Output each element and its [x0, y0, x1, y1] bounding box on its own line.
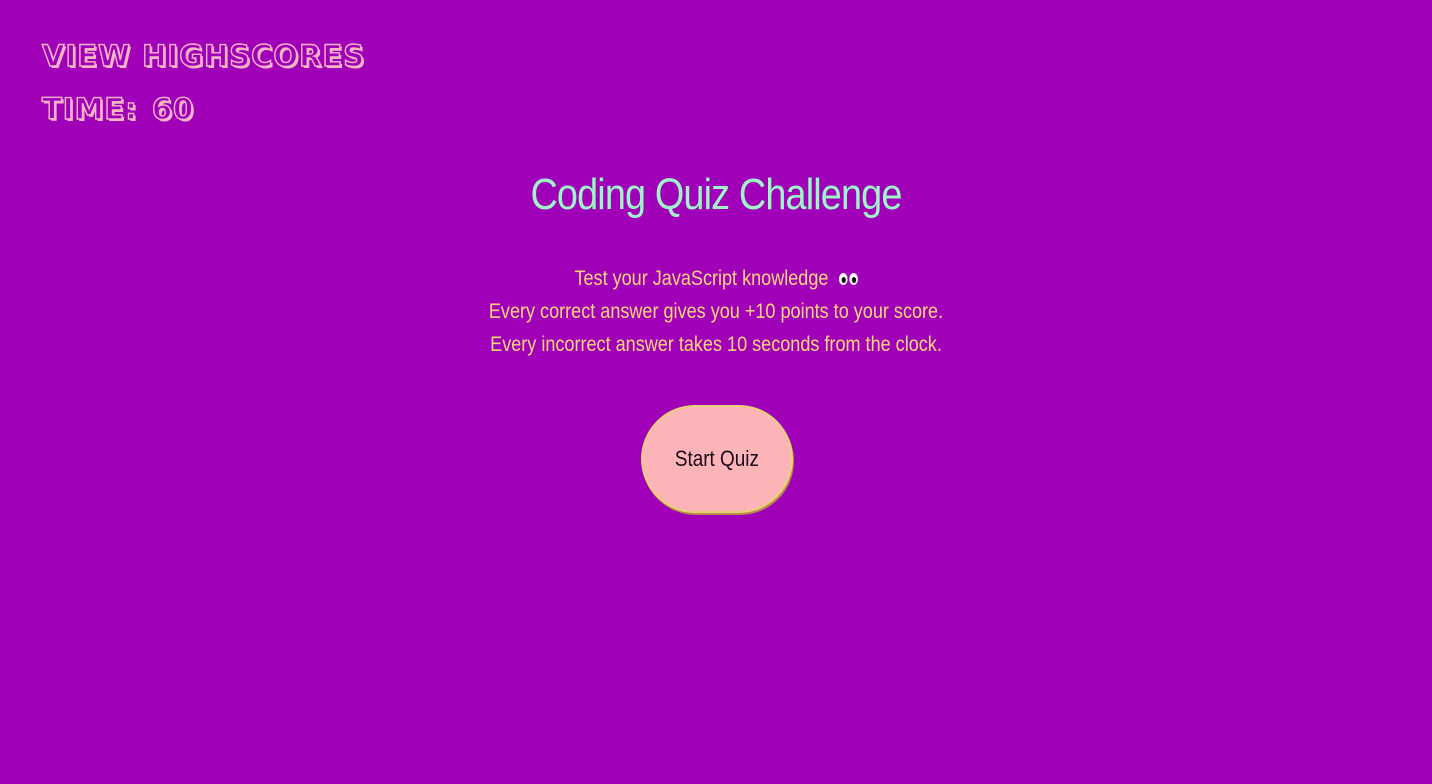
start-quiz-label: Start Quiz	[674, 446, 760, 471]
intro-text: Test your JavaScript knowledge Every cor…	[100, 262, 1332, 361]
timer-label: Time:	[41, 92, 138, 126]
header: View Highscores Time: 60	[41, 41, 365, 126]
eye-left	[838, 273, 848, 286]
view-highscores-link[interactable]: View Highscores	[41, 41, 365, 71]
intro-line-1: Test your JavaScript knowledge	[100, 262, 1332, 295]
start-quiz-button[interactable]: Start Quiz	[641, 405, 793, 513]
intro-line-3: Every incorrect answer takes 10 seconds …	[490, 333, 942, 356]
page-title: Coding Quiz Challenge	[530, 170, 902, 219]
timer-value: 60	[151, 92, 195, 126]
intro-line-2: Every correct answer gives you +10 point…	[488, 300, 944, 323]
timer: Time: 60	[41, 92, 365, 126]
eye-right	[848, 273, 858, 286]
eyes-icon	[838, 273, 858, 286]
